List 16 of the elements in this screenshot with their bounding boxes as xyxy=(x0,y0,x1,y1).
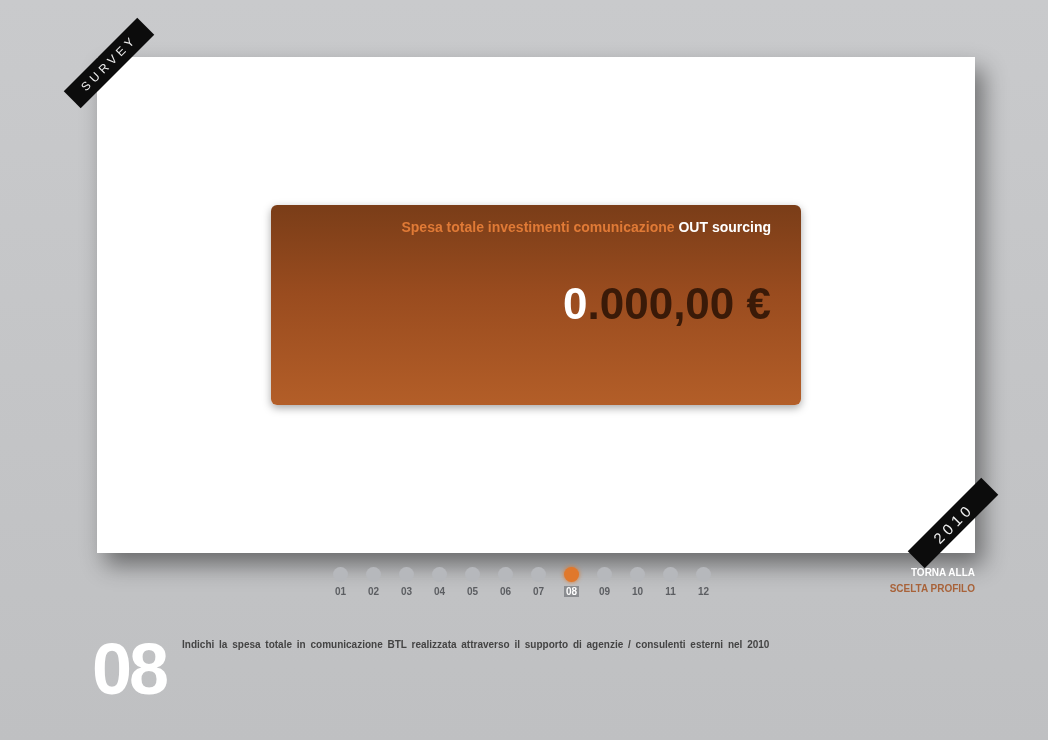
panel-title: Spesa totale investimenti comunicazione OUT sourcing xyxy=(401,219,771,235)
page-button[interactable]: 11 xyxy=(657,567,684,597)
amount-value: 0.000,00 € xyxy=(563,279,771,329)
page-button[interactable]: 02 xyxy=(360,567,387,597)
page-button[interactable]: 04 xyxy=(426,567,453,597)
page-button[interactable]: 06 xyxy=(492,567,519,597)
page-button[interactable]: 03 xyxy=(393,567,420,597)
question-number: 08 xyxy=(92,637,167,701)
page-button[interactable]: 12 xyxy=(690,567,717,597)
page-button[interactable]: 10 xyxy=(624,567,651,597)
page-button[interactable]: 01 xyxy=(327,567,354,597)
question-text: Indichi la spesa totale in comunicazione BTL realizzata attraverso il supporto di agenzie / consulenti esterni nel 2010 xyxy=(182,639,771,651)
page-button[interactable]: 07 xyxy=(525,567,552,597)
page-button[interactable]: 05 xyxy=(459,567,486,597)
page-button[interactable]: 09 xyxy=(591,567,618,597)
page-button[interactable]: 08 xyxy=(558,567,585,597)
